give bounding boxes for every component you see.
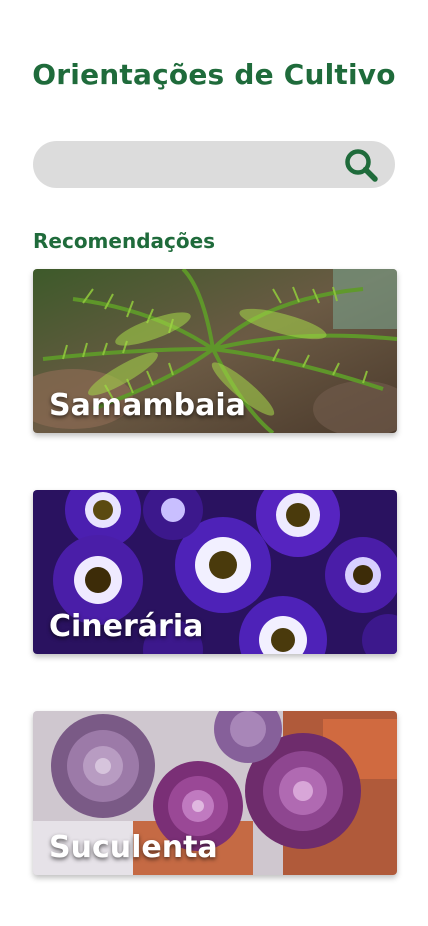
- plant-card-suculenta[interactable]: Suculenta: [33, 711, 397, 875]
- recommendations-heading: Recomendações: [33, 229, 216, 253]
- search-input[interactable]: [51, 141, 345, 190]
- plant-card-title: Samambaia: [49, 388, 246, 423]
- search-bar[interactable]: [33, 141, 395, 190]
- search-icon[interactable]: [343, 147, 379, 183]
- page-title: Orientações de Cultivo: [32, 58, 396, 91]
- plant-card-title: Suculenta: [49, 830, 218, 865]
- app-screen: Orientações de Cultivo Recomendações Sam…: [0, 0, 428, 926]
- plant-card-title: Cinerária: [49, 609, 204, 644]
- plant-card-samambaia[interactable]: Samambaia: [33, 269, 397, 433]
- plant-card-cineraria[interactable]: Cinerária: [33, 490, 397, 654]
